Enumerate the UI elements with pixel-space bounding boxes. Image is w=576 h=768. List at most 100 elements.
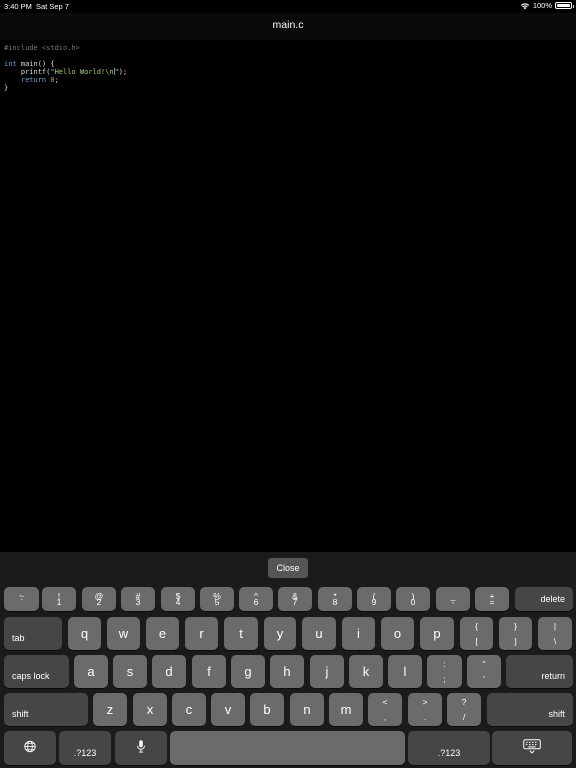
key-label: : (443, 659, 446, 669)
key-label: f (207, 663, 211, 679)
key-g[interactable]: g (231, 655, 265, 688)
key-label: c (185, 701, 193, 717)
key-label: { (475, 621, 478, 631)
key-p[interactable]: p (420, 617, 454, 650)
key-label: t (239, 625, 243, 641)
code-token: ); (118, 68, 128, 76)
key-label: 7 (292, 597, 298, 607)
key-8[interactable]: * 8 (318, 587, 352, 611)
key-label: x (146, 701, 154, 717)
key-a[interactable]: a (74, 655, 108, 688)
key-globe[interactable] (4, 731, 56, 765)
key-return[interactable]: return (506, 655, 573, 688)
key-period[interactable]: >. (408, 693, 442, 726)
key-f[interactable]: f (192, 655, 226, 688)
key-7[interactable]: & 7 (278, 587, 312, 611)
key-label: h (283, 663, 291, 679)
key-w[interactable]: w (107, 617, 140, 650)
key-semicolon[interactable]: :; (427, 655, 462, 688)
key-dictation[interactable] (115, 731, 167, 765)
key-n[interactable]: n (290, 693, 324, 726)
key-label: o (393, 625, 402, 641)
key-k[interactable]: k (349, 655, 383, 688)
key-label: } (514, 621, 517, 631)
key-label: w (118, 625, 129, 641)
key-label: k (362, 663, 370, 679)
navigation-bar: main.c (0, 13, 576, 40)
key-2[interactable]: @2 (82, 587, 116, 611)
key-label: / (462, 712, 466, 722)
code-token: ; (54, 76, 59, 84)
key-e[interactable]: e (146, 617, 179, 650)
battery-icon (555, 2, 574, 9)
code-line: return 0; (4, 76, 127, 84)
code-token: int (4, 60, 17, 68)
key-label: n (303, 701, 311, 717)
key-lbracket[interactable]: {[ (460, 617, 493, 650)
key-label: e (158, 625, 167, 641)
key-label: m (340, 701, 352, 717)
key-u[interactable]: u (302, 617, 336, 650)
key-4[interactable]: $4 (161, 587, 195, 611)
key-y[interactable]: y (264, 617, 296, 650)
key-label: 1 (56, 597, 62, 607)
key-shift-left[interactable]: shift (4, 693, 88, 726)
key-b[interactable]: b (250, 693, 284, 726)
key-0[interactable]: ) 0 (396, 587, 430, 611)
status-indicators: 100% (520, 1, 574, 10)
key-label: j (325, 663, 329, 679)
key-6[interactable]: ^ 6 (239, 587, 273, 611)
key-label: y (276, 625, 284, 641)
key-s[interactable]: s (113, 655, 147, 688)
key-shift-right[interactable]: shift (487, 693, 573, 726)
key-label: shift (548, 709, 565, 719)
key-3[interactable]: #3 (121, 587, 155, 611)
key-i[interactable]: i (342, 617, 375, 650)
key-d[interactable]: d (152, 655, 186, 688)
key-5[interactable]: % 5 (200, 587, 234, 611)
key-label: 9 (371, 597, 377, 607)
key-label: ` (20, 597, 23, 607)
key-label: u (315, 625, 323, 641)
key-label: < (382, 697, 388, 707)
key-h[interactable]: h (270, 655, 304, 688)
key-comma[interactable]: <, (368, 693, 402, 726)
key-label: 4 (175, 597, 181, 607)
close-keyboard-button[interactable]: Close (268, 558, 308, 578)
key-equals[interactable]: + = (475, 587, 509, 611)
code-text[interactable]: #include <stdio.h> int main() { printf("H… (4, 44, 127, 92)
key-backslash[interactable]: | \ (538, 617, 572, 650)
key-j[interactable]: j (310, 655, 344, 688)
key-space[interactable] (170, 731, 405, 765)
key-rbracket[interactable]: }] (499, 617, 532, 650)
key-1[interactable]: ! 1 (42, 587, 76, 611)
key-m[interactable]: m (329, 693, 363, 726)
key-caps-lock[interactable]: caps lock (4, 655, 69, 688)
key-delete[interactable]: delete (515, 587, 573, 611)
key-hide-keyboard[interactable] (492, 731, 572, 765)
key-minus[interactable]: _ - (436, 587, 470, 611)
key-numbers-right[interactable]: .?123 (408, 731, 490, 765)
file-title: main.c (272, 19, 304, 31)
key-label: ; (443, 674, 446, 684)
key-c[interactable]: c (172, 693, 206, 726)
key-label: .?123 (437, 748, 461, 758)
key-label: return (541, 671, 565, 681)
key-t[interactable]: t (224, 617, 258, 650)
key-z[interactable]: z (93, 693, 127, 726)
key-9[interactable]: (9 (357, 587, 391, 611)
key-o[interactable]: o (381, 617, 414, 650)
code-editor[interactable]: #include <stdio.h> int main() { printf("H… (0, 40, 576, 552)
key-r[interactable]: r (185, 617, 218, 650)
key-x[interactable]: x (133, 693, 167, 726)
key-label: , (383, 712, 387, 722)
key-l[interactable]: l (388, 655, 422, 688)
key-tab[interactable]: tab (4, 617, 62, 650)
key-slash[interactable]: ? / (447, 693, 481, 726)
key-q[interactable]: q (68, 617, 101, 650)
key-numbers-left[interactable]: .?123 (59, 731, 111, 765)
status-bar: 3:40 PM Sat Sep 7 100% (0, 0, 576, 13)
key-quote[interactable]: " ' (467, 655, 501, 688)
key-v[interactable]: v (211, 693, 245, 726)
key-tilde[interactable]: ~ ` (4, 587, 39, 611)
